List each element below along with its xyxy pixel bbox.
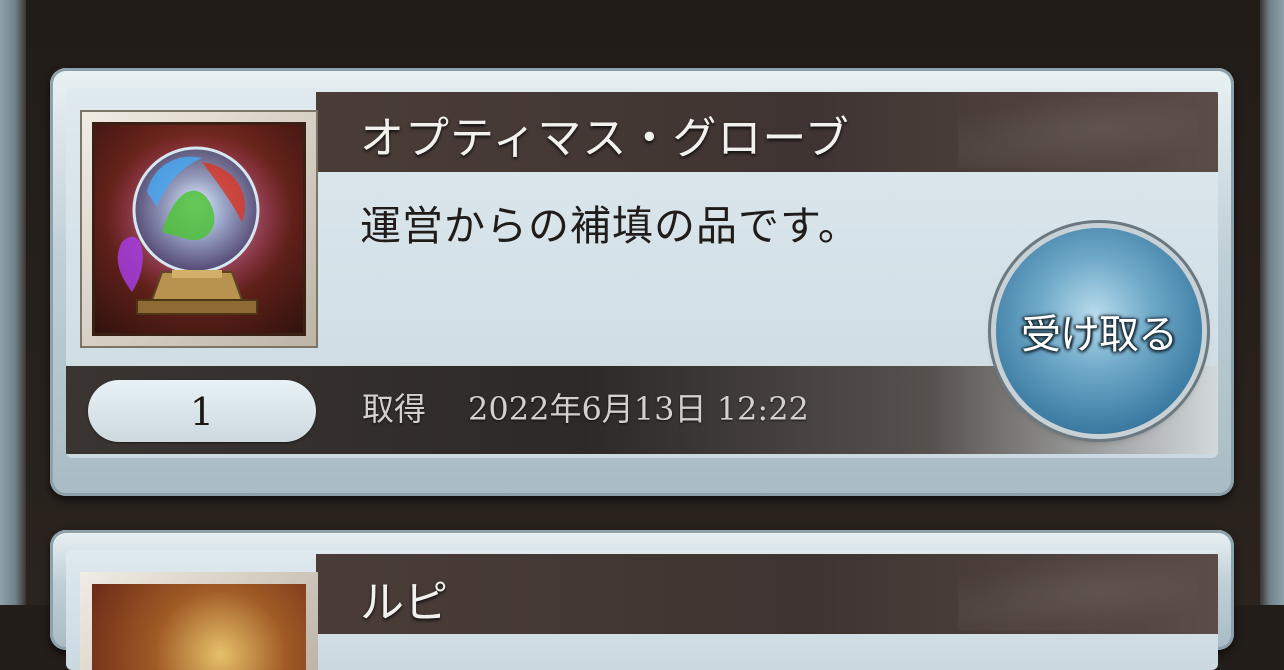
receive-button-label: 受け取る: [1021, 312, 1178, 358]
item-title-band: オプティマス・グローブ: [316, 92, 1218, 172]
acquired-label: 取得: [362, 390, 427, 428]
gift-card-optimus-globe: オプティマス・グローブ 運営からの補填の品です。 1 取得 2022年6月13日…: [50, 68, 1234, 496]
right-frame: [1260, 0, 1284, 605]
item-name: ルピ: [360, 577, 448, 628]
left-frame: [0, 0, 26, 605]
gift-card-lupi: ルピ: [50, 530, 1234, 670]
item-icon-frame: [80, 110, 318, 348]
item-name: オプティマス・グローブ: [360, 113, 850, 164]
receive-button[interactable]: 受け取る: [996, 228, 1202, 434]
crystal-orb-icon: [92, 122, 306, 336]
item-description: 運営からの補填の品です。: [360, 202, 860, 250]
acquired-date: 2022年6月13日 12:22: [468, 390, 809, 428]
card-panel: ルピ: [66, 550, 1218, 670]
item-icon-frame: [80, 572, 318, 670]
lupi-icon: [92, 584, 306, 670]
card-panel: オプティマス・グローブ 運営からの補填の品です。 1 取得 2022年6月13日…: [66, 88, 1218, 458]
item-title-band: [316, 554, 1218, 634]
quantity-badge: 1: [88, 380, 316, 442]
